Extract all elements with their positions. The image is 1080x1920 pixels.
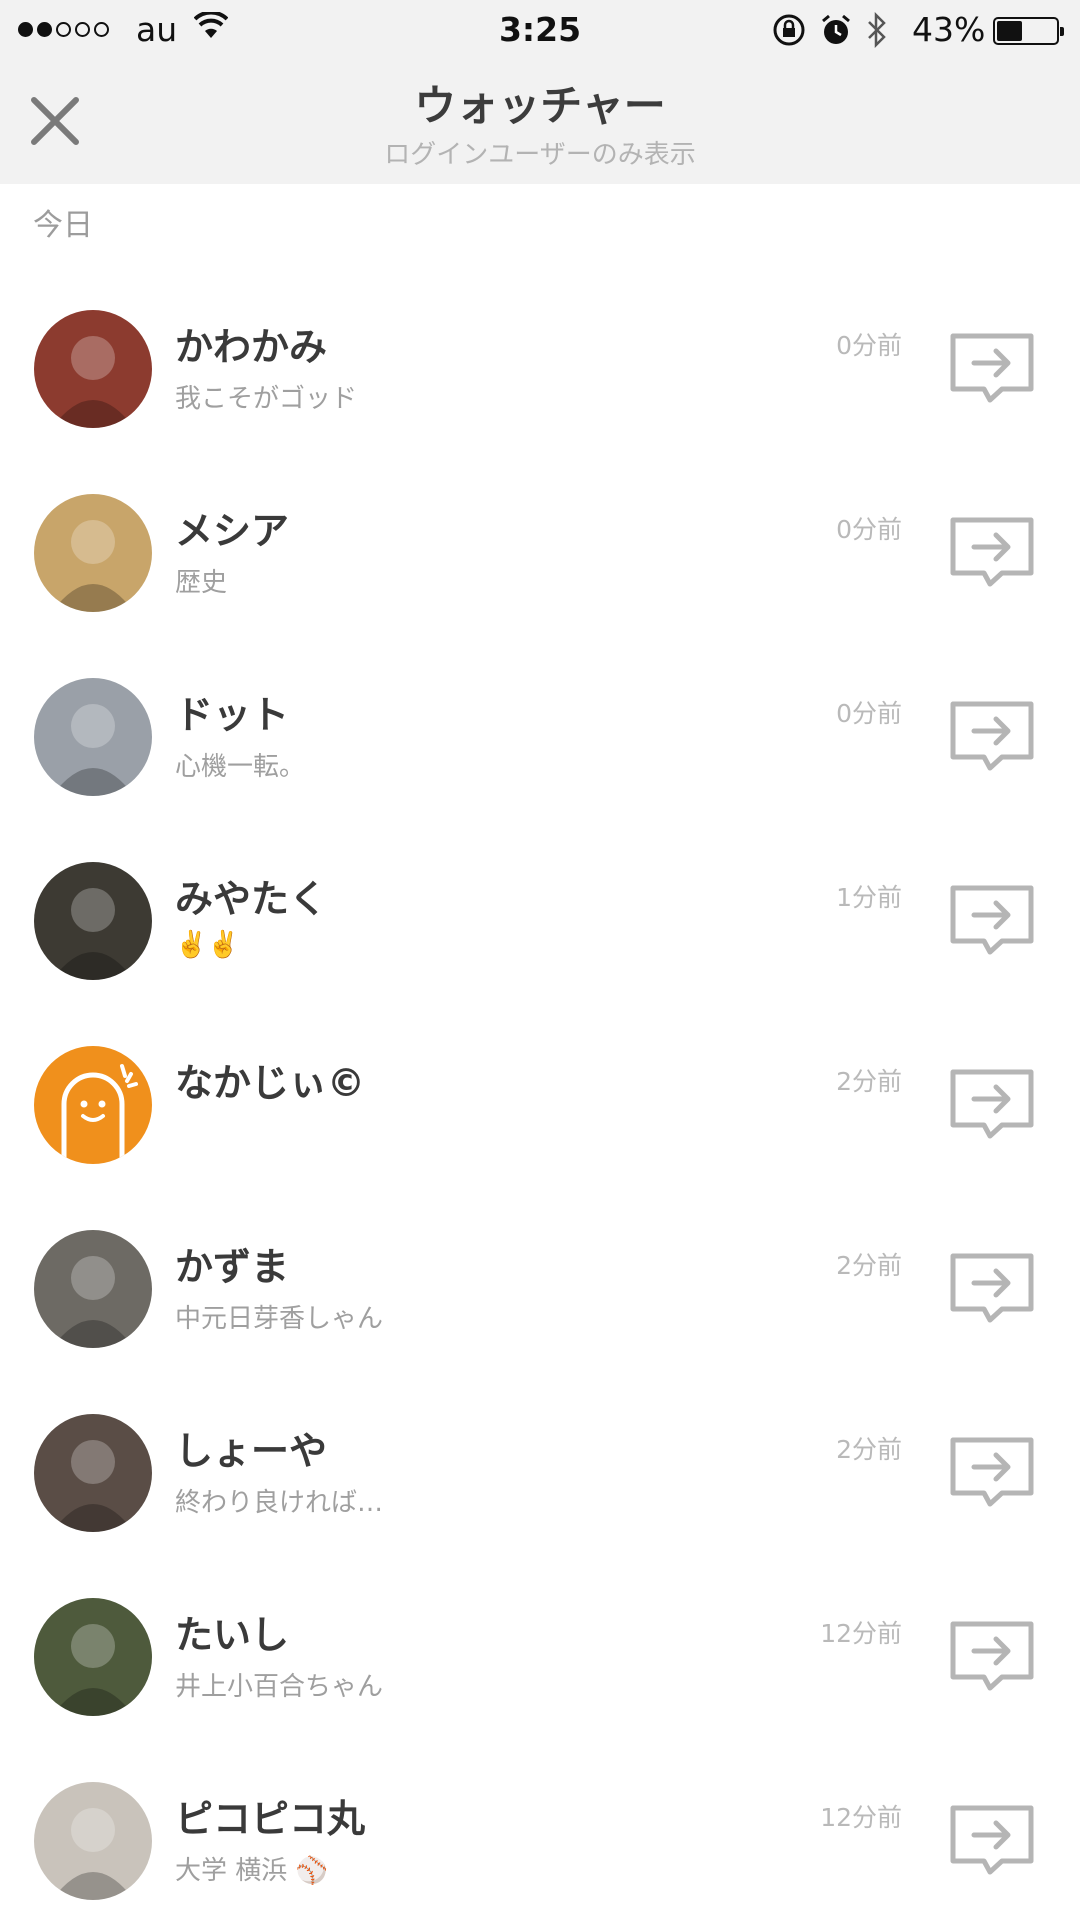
avatar[interactable] xyxy=(34,1230,152,1348)
watch-time: 12分前 xyxy=(820,1619,902,1648)
watcher-row[interactable]: メシア歴史 0分前 xyxy=(0,442,1080,626)
alarm-icon xyxy=(822,14,850,44)
user-name: ドット xyxy=(175,693,290,737)
avatar[interactable] xyxy=(34,310,152,428)
watcher-row[interactable]: みやたく ✌️✌️ 1分前 xyxy=(0,810,1080,994)
user-name: みやたく xyxy=(175,877,328,921)
page-subtitle: ログインユーザーのみ表示 xyxy=(384,140,696,170)
watch-time: 1分前 xyxy=(836,883,902,912)
battery-percentage: 43% xyxy=(912,10,986,49)
watcher-row[interactable]: ピコピコ丸大学 横浜 ⚾ 12分前 xyxy=(0,1730,1080,1914)
share-arrow-icon[interactable] xyxy=(950,1437,1034,1507)
share-arrow-icon[interactable] xyxy=(950,701,1034,771)
user-bio: 心機一転。 xyxy=(175,752,306,782)
user-bio: 我こそがゴッド xyxy=(175,384,358,414)
watcher-row[interactable]: ドット心機一転。 0分前 xyxy=(0,626,1080,810)
watch-time: 2分前 xyxy=(836,1435,902,1464)
share-arrow-icon[interactable] xyxy=(950,885,1034,955)
share-arrow-icon[interactable] xyxy=(950,517,1034,587)
share-arrow-icon[interactable] xyxy=(950,333,1034,403)
avatar[interactable] xyxy=(34,862,152,980)
user-bio: ✌️✌️ xyxy=(175,930,240,960)
watch-time: 0分前 xyxy=(836,515,902,544)
avatar[interactable] xyxy=(34,678,152,796)
share-arrow-icon[interactable] xyxy=(950,1069,1034,1139)
user-name: かわかみ xyxy=(175,325,328,369)
watcher-row[interactable]: なかじぃ© 2分前 xyxy=(0,994,1080,1178)
user-bio: 中元日芽香しゃん xyxy=(175,1304,384,1334)
avatar[interactable] xyxy=(34,1598,152,1716)
watch-time: 0分前 xyxy=(836,699,902,728)
watcher-row[interactable]: たいし井上小百合ちゃん 12分前 xyxy=(0,1546,1080,1730)
section-header-today: 今日 xyxy=(33,208,93,243)
rotation-lock-icon xyxy=(773,14,805,46)
bluetooth-icon xyxy=(868,12,886,48)
watcher-row[interactable]: かずま中元日芽香しゃん 2分前 xyxy=(0,1178,1080,1362)
share-arrow-icon[interactable] xyxy=(950,1805,1034,1875)
watch-time: 2分前 xyxy=(836,1067,902,1096)
status-bar: au 3:25 43% xyxy=(0,0,1080,58)
watcher-row[interactable]: かわかみ我こそがゴッド 0分前 xyxy=(0,258,1080,442)
user-name: なかじぃ© xyxy=(175,1061,366,1105)
user-name: しょーや xyxy=(175,1429,328,1473)
share-arrow-icon[interactable] xyxy=(950,1253,1034,1323)
user-name: ピコピコ丸 xyxy=(175,1797,366,1841)
user-bio: 終わり良ければ… xyxy=(175,1488,384,1518)
watch-time: 2分前 xyxy=(836,1251,902,1280)
avatar[interactable] xyxy=(34,1414,152,1532)
avatar[interactable] xyxy=(34,494,152,612)
user-name: かずま xyxy=(175,1245,290,1289)
watcher-row[interactable]: しょーや終わり良ければ… 2分前 xyxy=(0,1362,1080,1546)
user-name: メシア xyxy=(175,509,290,553)
watch-time: 12分前 xyxy=(820,1803,902,1832)
user-name: たいし xyxy=(175,1613,290,1657)
avatar[interactable] xyxy=(34,1782,152,1900)
avatar[interactable] xyxy=(34,1046,152,1164)
user-bio: 大学 横浜 ⚾ xyxy=(175,1856,328,1886)
battery-icon xyxy=(993,17,1064,45)
watcher-list: かわかみ 我こそがゴッド 0分前 メシア 歴史 0分前 ドット 心機一転。 0分前 みやたく ✌️✌… xyxy=(0,258,1080,1914)
user-bio: 歴史 xyxy=(175,568,228,598)
user-bio: 井上小百合ちゃん xyxy=(175,1672,384,1702)
share-arrow-icon[interactable] xyxy=(950,1621,1034,1691)
page-title: ウォッチャー xyxy=(414,81,666,130)
watch-time: 0分前 xyxy=(836,331,902,360)
